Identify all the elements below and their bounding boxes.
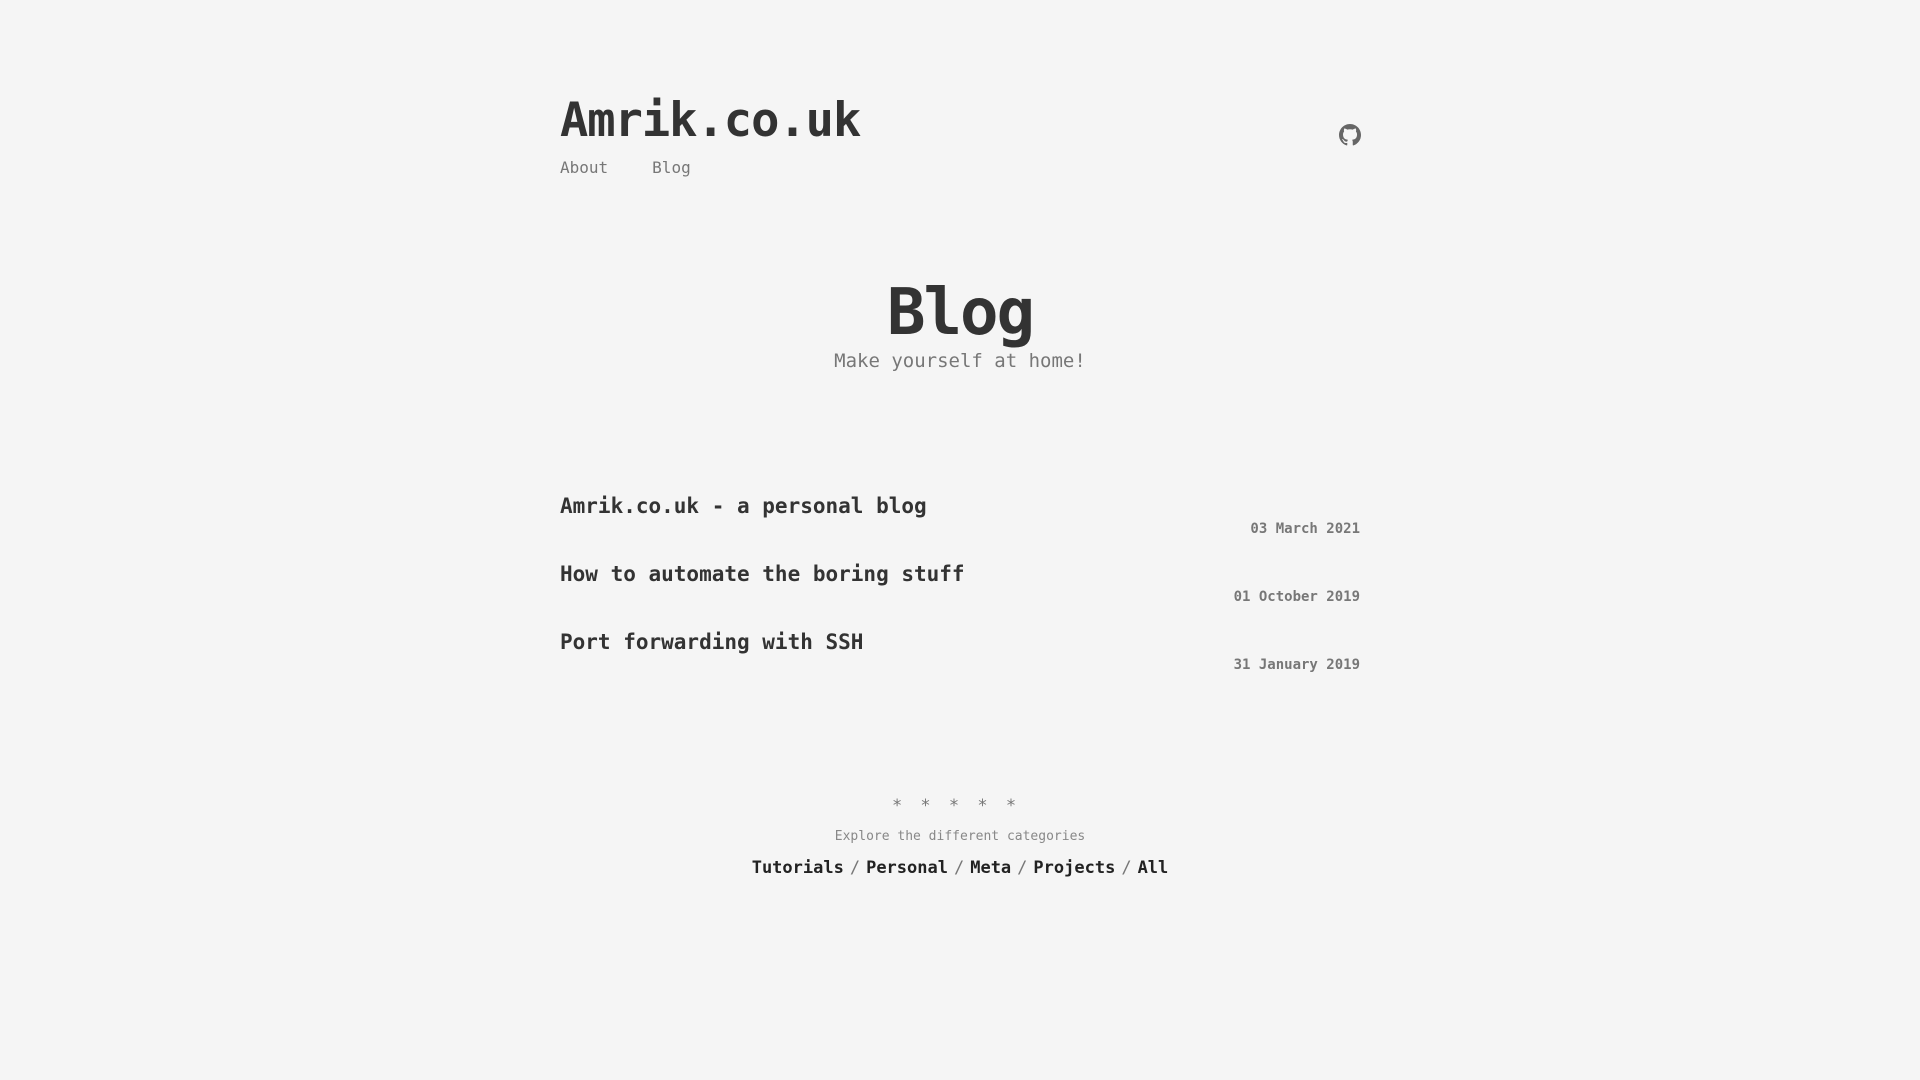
post-list: Amrik.co.uk - a personal blog 03 March 2… (560, 494, 1360, 698)
category-separator: / (1017, 858, 1028, 878)
category-separator: / (849, 858, 861, 878)
page-subtitle: Make yourself at home! (834, 350, 1086, 372)
post-date: 03 March 2021 (1250, 521, 1360, 537)
categories-intro: Explore the different categories (834, 829, 1086, 844)
category-projects-link[interactable]: Projects (1033, 858, 1115, 878)
post-title-link[interactable]: Amrik.co.uk - a personal blog (560, 494, 927, 518)
post-date: 31 January 2019 (1233, 657, 1360, 673)
post-title-link[interactable]: How to automate the boring stuff (560, 562, 965, 586)
github-icon (1339, 124, 1361, 146)
category-personal-link[interactable]: Personal (866, 858, 948, 878)
main-nav: About Blog (560, 158, 691, 177)
page: Amrik.co.uk About Blog Blog Make yoursel… (0, 0, 1920, 1080)
nav-item-about[interactable]: About (560, 158, 608, 177)
category-separator: / (953, 858, 965, 878)
post-item: Port forwarding with SSH 31 January 2019 (560, 630, 1360, 698)
post-item: How to automate the boring stuff 01 Octo… (560, 562, 1360, 630)
section-divider: * * * * * (891, 796, 1021, 816)
category-tutorials-link[interactable]: Tutorials (752, 858, 844, 878)
site-title-link[interactable]: Amrik.co.uk (560, 97, 861, 144)
category-meta-link[interactable]: Meta (970, 858, 1011, 878)
nav-item-blog[interactable]: Blog (652, 158, 691, 177)
post-item: Amrik.co.uk - a personal blog 03 March 2… (560, 494, 1360, 562)
post-title-link[interactable]: Port forwarding with SSH (560, 630, 863, 654)
category-separator: / (1121, 858, 1132, 878)
post-date: 01 October 2019 (1233, 589, 1360, 605)
github-link[interactable] (1339, 124, 1361, 146)
page-title: Blog (886, 276, 1035, 350)
category-all-link[interactable]: All (1138, 858, 1169, 878)
category-links: Tutorials / Personal / Meta / Projects / All (560, 858, 1360, 878)
